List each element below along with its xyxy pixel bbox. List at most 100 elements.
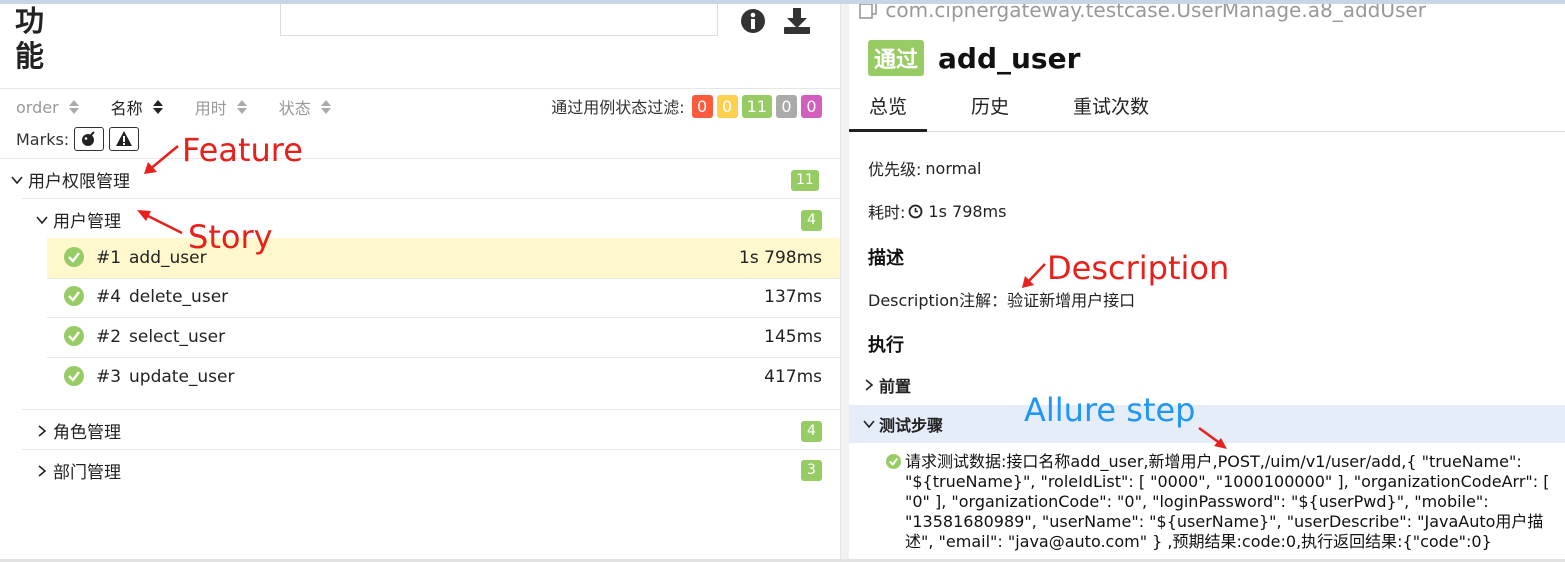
- annotation-arrow: [144, 145, 179, 174]
- sort-label: 状态: [278, 99, 311, 118]
- test-case-duration: 137ms: [764, 287, 822, 307]
- test-case-duration: 1s 798ms: [739, 248, 822, 268]
- flaky-mark-button[interactable]: [74, 127, 105, 151]
- filter-passed[interactable]: 11: [741, 94, 772, 118]
- chevron-down-icon: [863, 420, 875, 429]
- annotation-arrow: [137, 210, 183, 235]
- allure-report-screen: 功能 order 名称 用时 状态 通过用例状态过滤: 0 0 11 0 0 M…: [0, 0, 1565, 562]
- test-case-number: #3: [96, 367, 122, 387]
- passed-check-icon: [64, 366, 84, 386]
- setup-section[interactable]: 前置: [849, 366, 1565, 404]
- duration-label: 耗时:: [868, 203, 906, 222]
- divider: [0, 158, 840, 159]
- filter-failed[interactable]: 0: [691, 94, 713, 118]
- bomb-icon: [82, 131, 95, 146]
- passed-check-icon: [886, 454, 901, 469]
- story-count-badge: 3: [801, 460, 822, 481]
- info-icon[interactable]: [738, 6, 768, 36]
- warning-icon: [116, 131, 133, 146]
- test-step-text: 请求测试数据:接口名称add_user,新增用户,POST,/uim/v1/us…: [905, 452, 1550, 551]
- execution-heading: 执行: [868, 335, 904, 356]
- chevron-right-icon: [38, 424, 47, 437]
- chevron-down-icon: [36, 215, 48, 224]
- new-failed-mark-button[interactable]: [109, 127, 140, 151]
- story-label: 部门管理: [53, 463, 121, 483]
- duration-value: 1s 798ms: [928, 201, 1007, 221]
- copy-icon[interactable]: [857, 4, 879, 25]
- story-label: 角色管理: [53, 423, 121, 443]
- download-icon[interactable]: [782, 6, 812, 36]
- status-filter: 通过用例状态过滤: 0 0 11 0 0: [551, 94, 822, 118]
- test-case-path-text: com.cipnergateway.testcase.UserManage.a8…: [885, 4, 1426, 22]
- story-count-badge: 4: [801, 210, 822, 231]
- feature-row[interactable]: 用户权限管理: [10, 167, 130, 192]
- feature-tree-pane: 功能 order 名称 用时 状态 通过用例状态过滤: 0 0 11 0 0 M…: [0, 4, 840, 562]
- test-step[interactable]: 请求测试数据:接口名称add_user,新增用户,POST,/uim/v1/us…: [886, 452, 1556, 552]
- test-case-number: #1: [96, 248, 122, 268]
- annotation-arrow: [1022, 263, 1046, 288]
- duration-field: 耗时: 1s 798ms: [868, 199, 1006, 223]
- passed-check-icon: [64, 326, 84, 346]
- clock-icon: [909, 204, 923, 218]
- story-count-badge: 4: [801, 421, 822, 442]
- sort-arrows-icon: [152, 100, 163, 114]
- tab-history[interactable]: 历史: [951, 88, 1029, 132]
- marks-filter: Marks:: [16, 127, 140, 151]
- tab-overview[interactable]: 总览: [849, 88, 928, 132]
- tab-retries[interactable]: 重试次数: [1053, 88, 1169, 132]
- sort-name[interactable]: 名称: [111, 95, 163, 119]
- test-case-number: #4: [96, 287, 122, 307]
- filter-unknown[interactable]: 0: [801, 94, 822, 118]
- detail-tabs: 总览 历史 重试次数: [849, 88, 1565, 132]
- divider: [22, 198, 840, 199]
- sort-arrows-icon: [68, 100, 79, 114]
- test-case-row[interactable]: #4 delete_user 137ms: [47, 277, 840, 317]
- story-row-departments[interactable]: 部门管理: [35, 458, 121, 483]
- test-case-row[interactable]: #1 add_user 1s 798ms: [47, 238, 840, 278]
- test-case-name: delete_user: [129, 287, 229, 307]
- test-case-name: update_user: [129, 367, 235, 387]
- chevron-right-icon: [865, 379, 874, 391]
- test-case-row[interactable]: #3 update_user 417ms: [47, 357, 840, 397]
- story-row-roles[interactable]: 角色管理: [35, 418, 121, 443]
- test-case-row[interactable]: #2 select_user 145ms: [47, 317, 840, 357]
- filter-broken[interactable]: 0: [716, 94, 738, 118]
- description-text: Description注解：验证新增用户接口: [868, 291, 1136, 310]
- priority-label: 优先级:: [868, 160, 922, 179]
- priority-field: 优先级: normal: [868, 156, 981, 180]
- pane-splitter[interactable]: [840, 4, 849, 562]
- story-annotation: Story: [188, 218, 273, 256]
- filter-skipped[interactable]: 0: [776, 94, 797, 118]
- sort-duration[interactable]: 用时: [195, 95, 247, 119]
- divider: [22, 409, 840, 410]
- header-divider: [0, 88, 840, 89]
- feature-annotation: Feature: [182, 131, 303, 169]
- priority-value: normal: [925, 158, 982, 178]
- sort-arrows-icon: [320, 100, 331, 114]
- passed-check-icon: [64, 247, 84, 267]
- case-header: 通过 add_user: [868, 40, 1080, 76]
- test-case-path: com.cipnergateway.testcase.UserManage.a8…: [857, 4, 1426, 25]
- sort-bar: order 名称 用时 状态: [16, 95, 363, 119]
- test-steps-label: 测试步骤: [879, 416, 944, 435]
- chevron-right-icon: [38, 464, 47, 477]
- test-case-duration: 417ms: [764, 367, 822, 387]
- passed-check-icon: [64, 286, 84, 306]
- allure-step-annotation: Allure step: [1024, 391, 1196, 429]
- filter-label: 通过用例状态过滤:: [551, 98, 685, 117]
- test-case-number: #2: [96, 327, 122, 347]
- sort-label: order: [16, 97, 59, 117]
- sort-status[interactable]: 状态: [279, 95, 331, 119]
- pane-title: 功能: [15, 4, 45, 73]
- sort-order[interactable]: order: [16, 98, 79, 117]
- divider: [22, 449, 840, 450]
- sort-label: 名称: [110, 99, 143, 118]
- feature-count-badge: 11: [791, 170, 819, 191]
- setup-label: 前置: [879, 377, 912, 396]
- description-heading: 描述: [868, 248, 904, 269]
- search-input[interactable]: [280, 4, 718, 36]
- story-row[interactable]: 用户管理: [35, 207, 121, 232]
- pane-toolbar: [738, 6, 812, 36]
- annotation-arrow: [1198, 426, 1227, 449]
- test-case-name: select_user: [129, 327, 226, 347]
